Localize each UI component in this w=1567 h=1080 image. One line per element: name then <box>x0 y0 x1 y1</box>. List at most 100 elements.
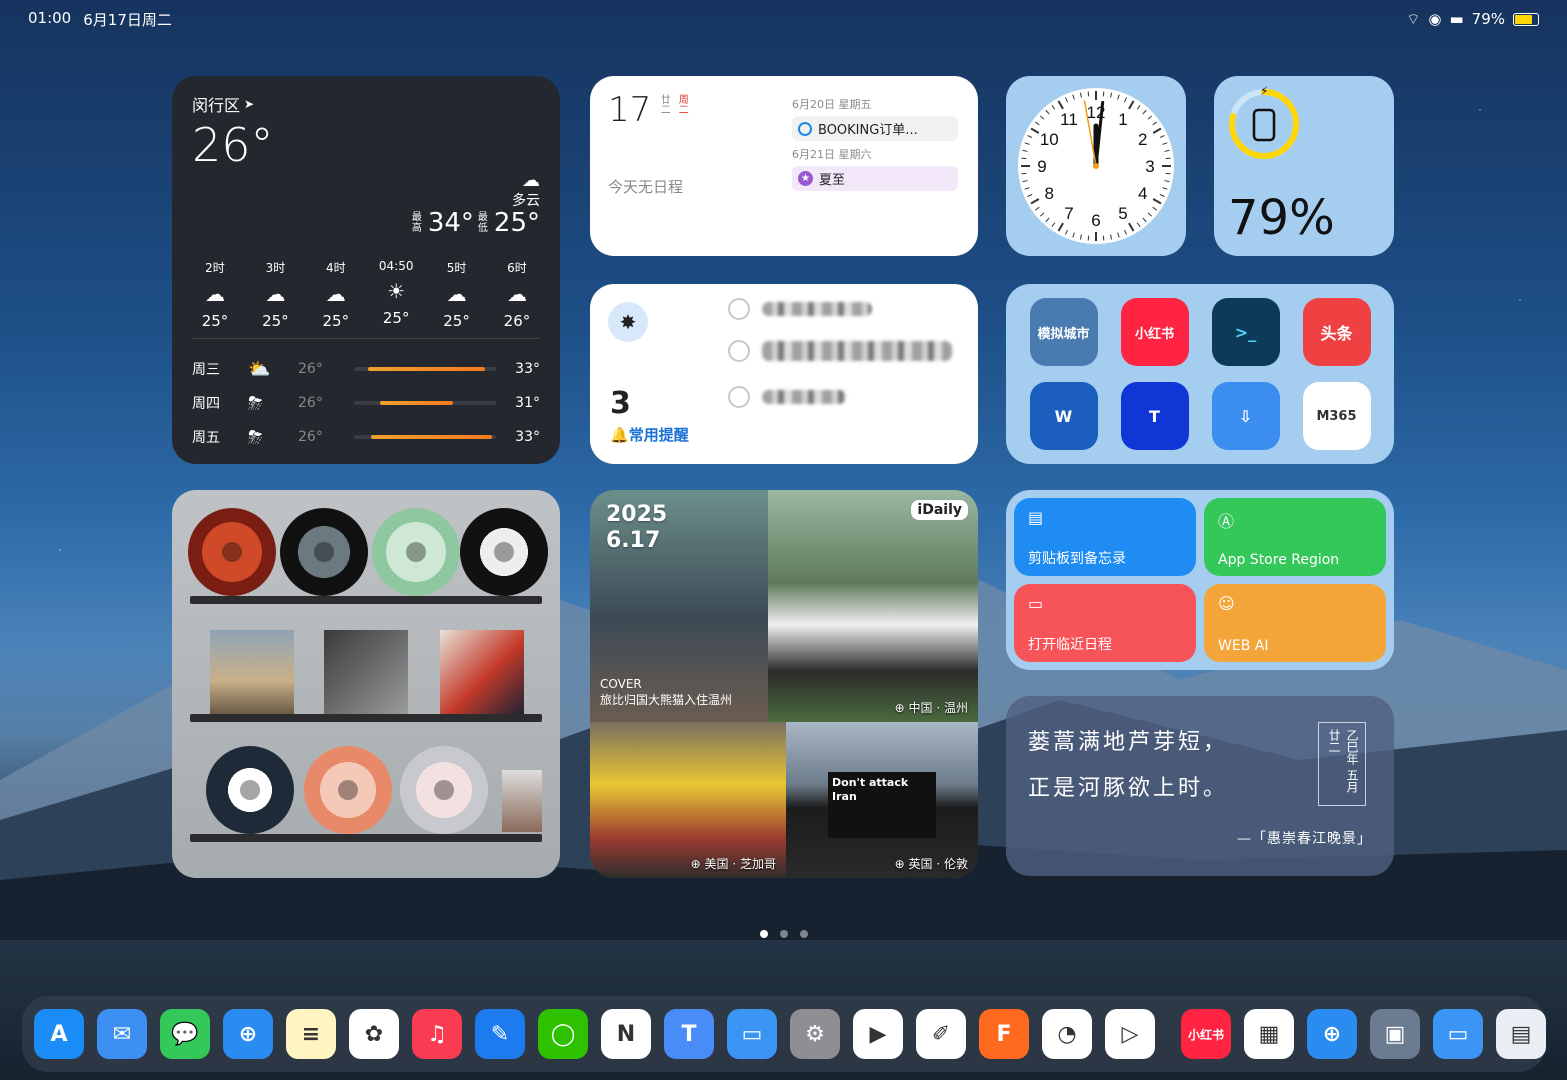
app-icon-downloader[interactable]: ⇩ <box>1211 382 1280 450</box>
shortcut-button[interactable]: ▭ 打开临近日程 <box>1014 584 1196 662</box>
reminder-item[interactable] <box>728 340 952 362</box>
dock-app-mail[interactable]: ✉ <box>97 1009 147 1059</box>
album-cover[interactable] <box>440 630 524 714</box>
weather-low: 25° <box>493 208 540 238</box>
poem-date-stamp: 乙巳年 五月廿二 <box>1318 722 1366 806</box>
battery-widget[interactable]: ⚡ 79% <box>1214 76 1394 256</box>
reminder-checkbox[interactable] <box>728 386 750 408</box>
dock-app-files[interactable]: ▭ <box>727 1009 777 1059</box>
reminder-item[interactable] <box>728 386 846 408</box>
clock-number: 4 <box>1138 184 1147 203</box>
vinyl-record[interactable] <box>304 746 392 834</box>
app-icon-word[interactable]: W <box>1029 382 1098 450</box>
dock-app-settings[interactable]: ⚙ <box>790 1009 840 1059</box>
dock-app-freeform[interactable]: ✎ <box>475 1009 525 1059</box>
day-high: 32° <box>508 463 540 464</box>
dock-app-xiaohongshu[interactable]: 小红书 <box>1181 1009 1231 1059</box>
app-icon-小红书[interactable]: 小红书 <box>1120 298 1189 366</box>
hour-label: 2时 <box>205 261 225 275</box>
dock-app-notion[interactable]: N <box>601 1009 651 1059</box>
clock-number: 11 <box>1060 110 1078 129</box>
app-icon-m365[interactable]: M365 <box>1302 382 1371 450</box>
car-icon: ▬ <box>1449 10 1464 28</box>
dock-app-music[interactable]: ♫ <box>412 1009 462 1059</box>
reminder-item[interactable] <box>728 298 872 320</box>
day-low: 26° <box>298 395 323 411</box>
dock-app-doc-app[interactable]: ✐ <box>916 1009 966 1059</box>
dock-app-app-store[interactable]: A <box>34 1009 84 1059</box>
day-name: 周四 <box>192 396 220 412</box>
dock-app-feishu[interactable]: F <box>979 1009 1029 1059</box>
album-cover[interactable] <box>210 630 294 714</box>
event-ring-icon <box>798 121 812 136</box>
hourly-forecast: 2时 ☁ 25° 3时 ☁ 25° 4时 ☁ 25° 04:50 ☀ 25° 5时 ☁ … <box>192 259 540 330</box>
music-records-widget[interactable] <box>172 490 560 878</box>
location-icon: ◉ <box>1428 10 1442 28</box>
temp-range-bar <box>354 401 496 405</box>
poem-widget[interactable]: 蒌蒿满地芦芽短， 正是河豚欲上时。 乙巳年 五月廿二 —「惠崇春江晚景」 <box>1006 696 1394 876</box>
dock-app-wechat[interactable]: ◯ <box>538 1009 588 1059</box>
app-icon-模拟城市[interactable]: 模拟城市 <box>1029 298 1098 366</box>
dock-app-photos[interactable]: ✿ <box>349 1009 399 1059</box>
news-photo: Don't attack Iran ⊕ 英国 · 伦敦 <box>786 722 978 878</box>
dock-app-safari[interactable]: ⊕ <box>223 1009 273 1059</box>
dock-app-app-folder-2[interactable]: ▤ <box>1496 1009 1546 1059</box>
hourly-item: 2时 ☁ 25° <box>192 259 238 330</box>
robot-icon: ☺ <box>1218 594 1235 613</box>
calendar-widget[interactable]: 17 廿二 周二 今天无日程 6月20日 星期五 BOOKING订单... 6月… <box>590 76 978 256</box>
day-low: 26° <box>298 429 323 445</box>
photos-news-widget[interactable]: ⊕ 中国 · 温州 ⊕ 美国 · 芝加哥 Don't attack Iran ⊕… <box>590 490 978 878</box>
dock-app-typora[interactable]: T <box>664 1009 714 1059</box>
app-icon-头条[interactable]: 头条 <box>1302 298 1371 366</box>
shortcut-label: WEB AI <box>1218 638 1269 654</box>
vinyl-record[interactable] <box>188 508 276 596</box>
clock-number: 10 <box>1040 130 1059 149</box>
dock-app-safari-2[interactable]: ⊕ <box>1307 1009 1357 1059</box>
cloud-icon: ☁ <box>205 282 225 306</box>
dock-app-bilibili[interactable]: ▶ <box>853 1009 903 1059</box>
shortcut-button[interactable]: ▤ 剪贴板到备忘录 <box>1014 498 1196 576</box>
event-title: 夏至 <box>819 173 846 188</box>
calendar-day: 17 <box>608 90 652 130</box>
dock-app-infuse[interactable]: ▷ <box>1105 1009 1155 1059</box>
weather-widget[interactable]: 闵行区 ➤ 26° ☁ 多云 最高 34° 最低 25° 2时 ☁ 25° 3时 … <box>172 76 560 464</box>
hourly-item: 04:50 ☀ 25° <box>373 259 419 330</box>
dock-app-app-folder-1[interactable]: ▣ <box>1370 1009 1420 1059</box>
dock-app-notes[interactable]: ≡ <box>286 1009 336 1059</box>
page-indicator[interactable] <box>0 930 1567 938</box>
photo-cover-caption: COVER 旅比归国大熊猫入住温州 <box>600 677 733 707</box>
vinyl-record[interactable] <box>280 508 368 596</box>
dock-app-weather[interactable]: ◔ <box>1042 1009 1092 1059</box>
dock-app-messages[interactable]: 💬 <box>160 1009 210 1059</box>
shortcut-button[interactable]: Ⓐ App Store Region <box>1204 498 1386 576</box>
vinyl-record[interactable] <box>400 746 488 834</box>
page-dot[interactable] <box>779 930 788 938</box>
app-icon-typora[interactable]: T <box>1120 382 1189 450</box>
calendar-event[interactable]: 6月20日 星期五 BOOKING订单... <box>792 96 958 141</box>
hourly-item: 6时 ☁ 26° <box>494 259 540 330</box>
cloud-icon: ☁ <box>325 282 346 306</box>
daily-forecast: 周三 ⛅ 26° 33°周四 ⛈ 26° 31°周五 ⛈ 26° 33°周六 ⛈… <box>192 352 540 465</box>
album-cover[interactable] <box>502 770 542 832</box>
reminder-checkbox[interactable] <box>728 340 750 362</box>
clock-number: 5 <box>1118 204 1127 223</box>
dock-app-files-2[interactable]: ▭ <box>1433 1009 1483 1059</box>
page-dot[interactable] <box>799 930 808 938</box>
shortcut-button[interactable]: ☺ WEB AI <box>1204 584 1386 662</box>
low-label: 最低 <box>477 212 488 234</box>
album-cover[interactable] <box>324 630 408 714</box>
cloud-icon: ☁ <box>506 282 527 306</box>
calendar-event[interactable]: 6月21日 星期六 ★ 夏至 <box>792 146 958 191</box>
clock-widget[interactable]: 12 1 2 3 4 5 6 7 8 9 10 11 <box>1006 76 1186 256</box>
vinyl-record[interactable] <box>372 508 460 596</box>
day-high: 33° <box>515 361 540 377</box>
app-icon-terminal[interactable]: >_ <box>1211 298 1280 366</box>
vinyl-record[interactable] <box>206 746 294 834</box>
document-icon: ▤ <box>1028 508 1044 527</box>
page-dot[interactable] <box>759 930 768 938</box>
vinyl-record[interactable] <box>460 508 548 596</box>
reminders-widget[interactable]: ✸ 3 🔔常用提醒 <box>590 284 978 464</box>
dock-app-calculator[interactable]: ▦ <box>1244 1009 1294 1059</box>
reminder-checkbox[interactable] <box>728 298 750 320</box>
daily-row: 周三 ⛅ 26° 33° <box>192 352 540 386</box>
